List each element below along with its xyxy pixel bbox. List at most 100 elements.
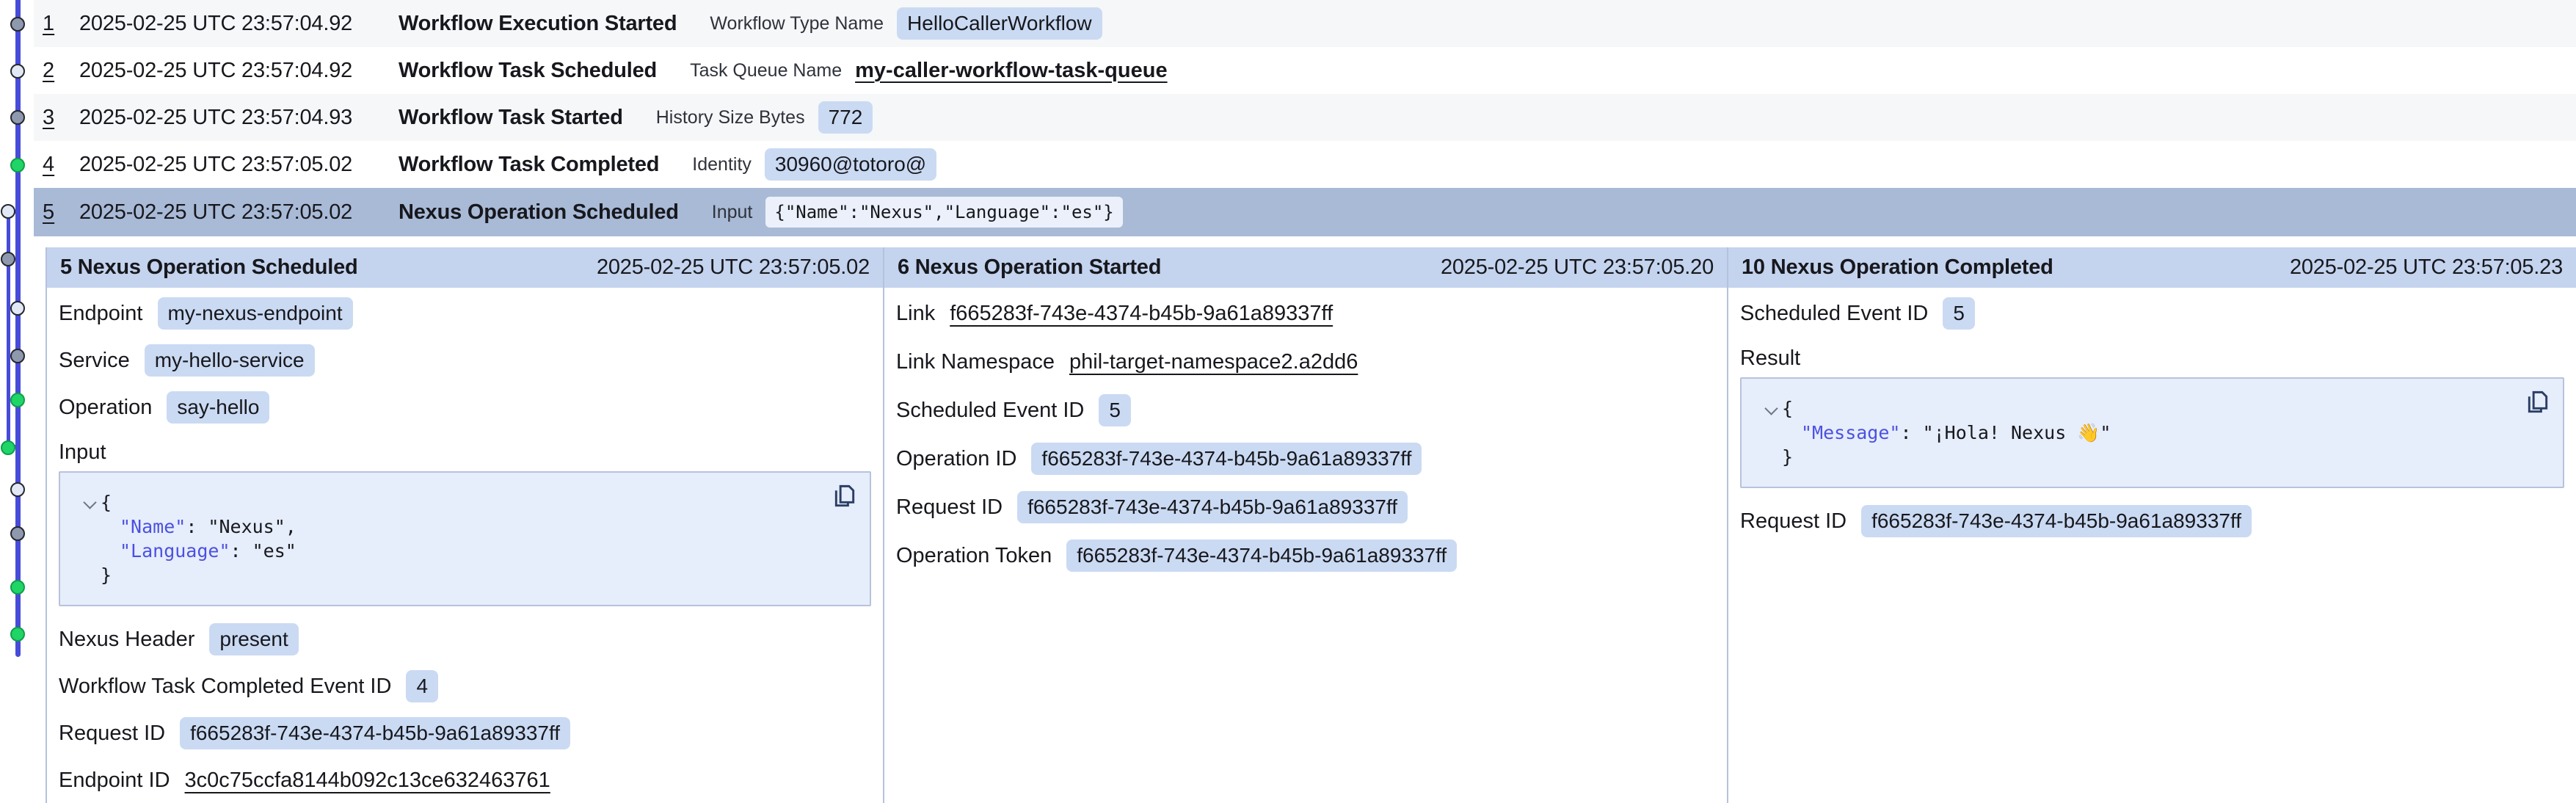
field-link: Link f665283f-743e-4374-b45b-9a61a89337f…: [896, 297, 1715, 330]
event-row-4[interactable]: 4 2025-02-25 UTC 23:57:05.02 Workflow Ta…: [34, 141, 2576, 188]
panel-body: Link f665283f-743e-4374-b45b-9a61a89337f…: [884, 288, 1727, 573]
field-label: Scheduled Event ID: [896, 399, 1084, 423]
input-json-viewer: { "Name": "Nexus", "Language": "es" }: [59, 471, 871, 606]
event-name: Workflow Execution Started: [399, 12, 677, 36]
field-nexus-header: Nexus Header present: [59, 622, 871, 656]
field-value-badge: f665283f-743e-4374-b45b-9a61a89337ff: [1017, 491, 1408, 523]
json-key: "Message": [1801, 422, 1900, 443]
field-label: Endpoint: [59, 302, 143, 326]
field-label: Nexus Header: [59, 628, 194, 652]
panel-header: 10 Nexus Operation Completed 2025-02-25 …: [1728, 247, 2576, 288]
panel-timestamp: 2025-02-25 UTC 23:57:05.23: [2290, 255, 2563, 280]
field-value-badge: f665283f-743e-4374-b45b-9a61a89337ff: [1031, 443, 1422, 475]
field-scheduled-event-id: Scheduled Event ID 5: [1740, 297, 2564, 330]
event-input-json-badge: {"Name":"Nexus","Language":"es"}: [765, 197, 1122, 228]
field-label: Workflow Task Completed Event ID: [59, 675, 391, 699]
event-state-dot-green: [1, 440, 15, 455]
event-state-dot-light: [1, 204, 15, 219]
field-endpoint-id: Endpoint ID 3c0c75ccfa8144b092c13ce63246…: [59, 763, 871, 797]
event-detail-panels: 5 Nexus Operation Scheduled 2025-02-25 U…: [46, 247, 2576, 803]
field-link-namespace: Link Namespace phil-target-namespace2.a2…: [896, 345, 1715, 379]
field-label: Scheduled Event ID: [1740, 302, 1928, 326]
field-label: Request ID: [1740, 509, 1847, 534]
panel-body: Endpoint my-nexus-endpoint Service my-he…: [47, 288, 883, 797]
event-attr-label: Workflow Type Name: [710, 13, 884, 34]
field-label: Operation: [59, 396, 152, 420]
event-id-link[interactable]: 5: [34, 200, 79, 225]
panel-title: 10 Nexus Operation Completed: [1742, 255, 2053, 280]
event-row-1[interactable]: 1 2025-02-25 UTC 23:57:04.92 Workflow Ex…: [34, 0, 2576, 47]
panel-title: 5 Nexus Operation Scheduled: [60, 255, 358, 280]
event-attr-value-badge: 30960@totoro@: [765, 148, 936, 181]
field-label: Request ID: [896, 495, 1003, 520]
event-id-link[interactable]: 2: [34, 59, 79, 83]
result-json-viewer: { "Message": "¡Hola! Nexus 👋" }: [1740, 377, 2564, 488]
code-line: {: [1742, 396, 2511, 421]
field-label: Result: [1740, 346, 1800, 371]
event-state-dot-light: [10, 301, 25, 316]
event-attr-value-badge: HelloCallerWorkflow: [897, 7, 1102, 40]
event-state-dot-gray: [10, 17, 25, 32]
event-state-dot-green: [10, 627, 25, 642]
task-queue-link[interactable]: my-caller-workflow-task-queue: [855, 59, 1167, 83]
event-attr-label: History Size Bytes: [656, 107, 805, 128]
event-attr-label: Task Queue Name: [690, 60, 842, 81]
json-value: "Nexus": [208, 516, 285, 537]
panel-timestamp: 2025-02-25 UTC 23:57:05.20: [1441, 255, 1714, 280]
link-namespace-link[interactable]: phil-target-namespace2.a2dd6: [1069, 350, 1358, 374]
panel-nexus-operation-scheduled: 5 Nexus Operation Scheduled 2025-02-25 U…: [46, 247, 883, 803]
event-id-link[interactable]: 1: [34, 12, 79, 36]
field-value-badge: f665283f-743e-4374-b45b-9a61a89337ff: [180, 717, 570, 749]
code-line: "Name": "Nexus",: [60, 515, 818, 539]
event-history-list: 1 2025-02-25 UTC 23:57:04.92 Workflow Ex…: [34, 0, 2576, 236]
field-label: Link: [896, 302, 935, 326]
event-timestamp: 2025-02-25 UTC 23:57:04.92: [79, 59, 399, 83]
event-state-dot-gray: [10, 526, 25, 541]
code-line: "Message": "¡Hola! Nexus 👋": [1742, 421, 2511, 445]
event-state-dot-light: [10, 64, 25, 79]
field-request-id: Request ID f665283f-743e-4374-b45b-9a61a…: [59, 716, 871, 750]
event-timestamp: 2025-02-25 UTC 23:57:04.92: [79, 12, 399, 36]
field-request-id: Request ID f665283f-743e-4374-b45b-9a61a…: [896, 490, 1715, 524]
field-value-badge: say-hello: [167, 391, 269, 424]
event-state-dot-gray: [1, 252, 15, 266]
event-id-link[interactable]: 3: [34, 106, 79, 130]
code-line: "Language": "es": [60, 539, 818, 563]
field-value-badge: 4: [406, 670, 438, 702]
timeline-branch-line: [7, 211, 10, 448]
field-label: Operation Token: [896, 544, 1052, 568]
field-value-badge: my-hello-service: [145, 344, 315, 377]
code-line: }: [60, 563, 818, 587]
event-state-dot-light: [10, 482, 25, 497]
link-event-link[interactable]: f665283f-743e-4374-b45b-9a61a89337ff: [950, 302, 1333, 326]
event-attr-value-badge: 772: [818, 101, 873, 134]
event-attr-label: Input: [712, 202, 753, 223]
code-line: {: [60, 490, 818, 515]
json-key: "Name": [120, 516, 186, 537]
field-result-label: Result: [1740, 344, 2564, 373]
json-value: "¡Hola! Nexus 👋": [1923, 422, 2111, 443]
copy-icon: [2525, 389, 2551, 417]
event-name: Workflow Task Completed: [399, 153, 659, 177]
endpoint-id-link[interactable]: 3c0c75ccfa8144b092c13ce632463761: [185, 769, 550, 793]
panel-body: Scheduled Event ID 5 Result { "Message":…: [1728, 288, 2576, 538]
panel-header: 5 Nexus Operation Scheduled 2025-02-25 U…: [47, 247, 883, 288]
event-state-dot-green: [10, 393, 25, 407]
event-state-dot-gray: [10, 110, 25, 125]
event-timestamp: 2025-02-25 UTC 23:57:04.93: [79, 106, 399, 130]
event-state-dot-green: [10, 580, 25, 595]
event-attr-label: Identity: [692, 154, 752, 175]
field-value-badge: my-nexus-endpoint: [158, 297, 353, 330]
copy-button[interactable]: [2525, 389, 2551, 417]
event-id-link[interactable]: 4: [34, 153, 79, 177]
event-state-dot-gray: [10, 349, 25, 363]
field-value-badge: present: [209, 623, 298, 655]
timeline-main-line: [15, 0, 21, 657]
event-row-2[interactable]: 2 2025-02-25 UTC 23:57:04.92 Workflow Ta…: [34, 47, 2576, 94]
copy-icon: [832, 483, 858, 511]
event-row-5-selected[interactable]: 5 2025-02-25 UTC 23:57:05.02 Nexus Opera…: [34, 188, 2576, 236]
panel-nexus-operation-started: 6 Nexus Operation Started 2025-02-25 UTC…: [883, 247, 1727, 803]
event-row-3[interactable]: 3 2025-02-25 UTC 23:57:04.93 Workflow Ta…: [34, 94, 2576, 141]
json-key: "Language": [120, 540, 230, 562]
copy-button[interactable]: [832, 483, 858, 511]
